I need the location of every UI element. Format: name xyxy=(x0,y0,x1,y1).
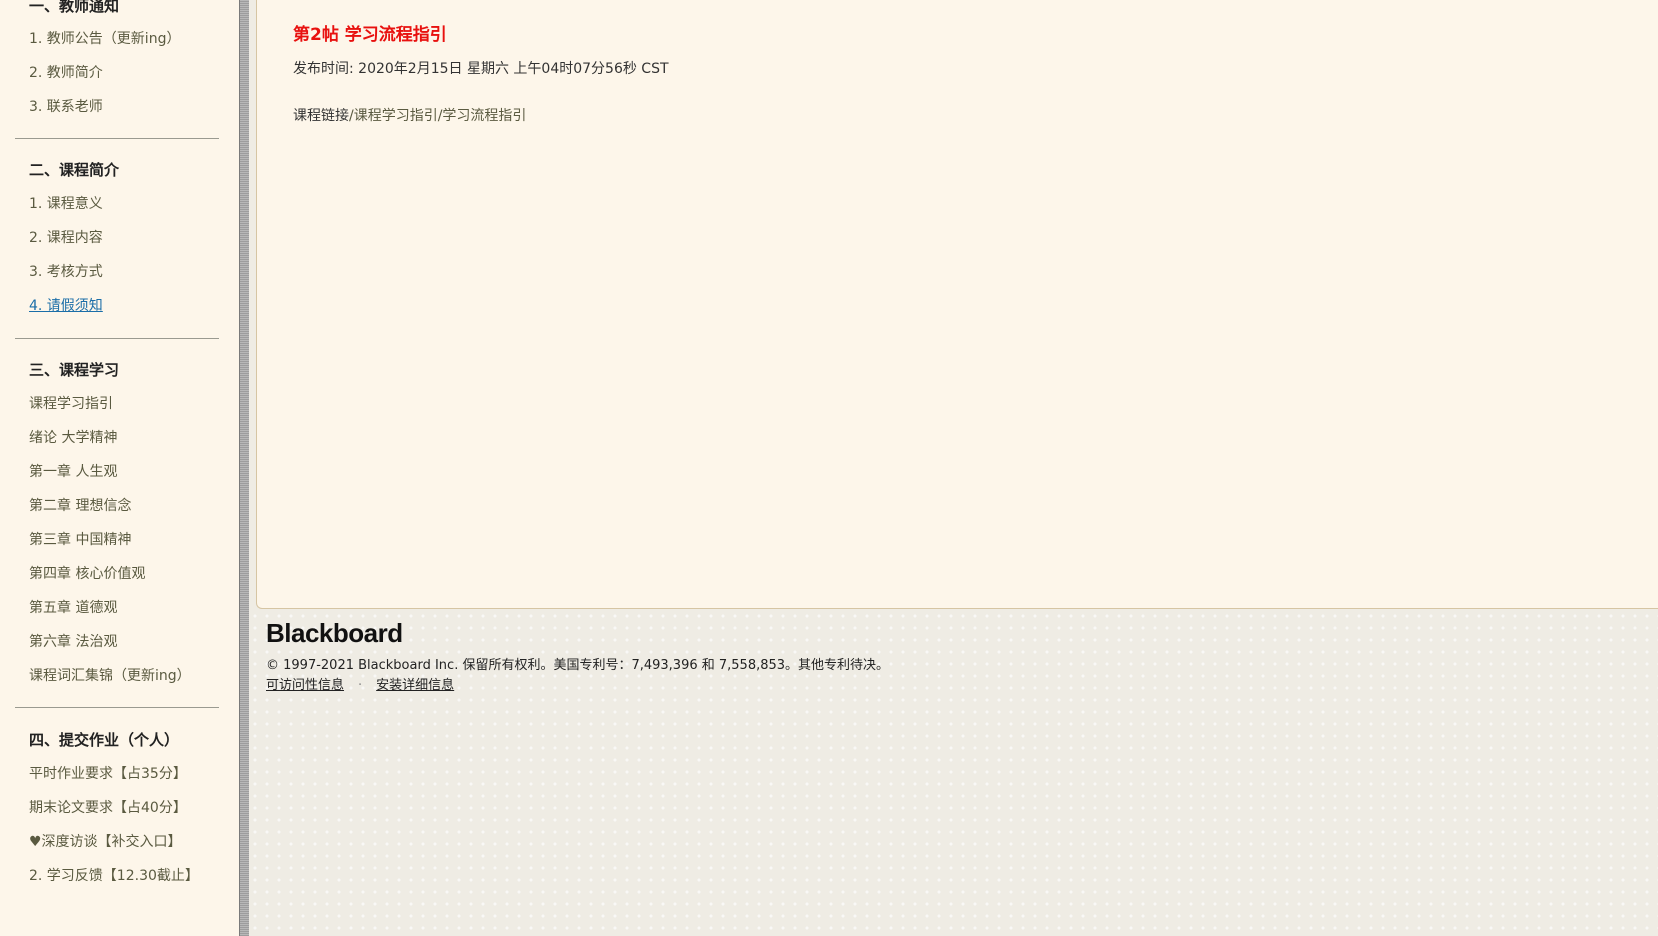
nav-item-chapter-3[interactable]: 第三章 中国精神 xyxy=(29,530,131,550)
section-divider xyxy=(15,138,219,139)
nav-item-vocabulary[interactable]: 课程词汇集锦（更新ing） xyxy=(29,666,191,686)
blackboard-logo: Blackboard xyxy=(266,618,403,648)
footer-link-separator: · xyxy=(358,678,363,693)
section-heading-course-intro: 二、课程简介 xyxy=(29,161,120,179)
installation-details-link[interactable]: 安装详细信息 xyxy=(376,678,454,693)
course-link-label: 课程链接 xyxy=(293,108,349,124)
nav-item-regular-homework[interactable]: 平时作业要求【占35分】 xyxy=(29,764,187,784)
sidebar-resize-handle[interactable] xyxy=(239,0,249,936)
nav-item-chapter-6[interactable]: 第六章 法治观 xyxy=(29,632,117,652)
copyright-text: © 1997-2021 Blackboard Inc. 保留所有权利。美国专利号… xyxy=(266,658,890,673)
nav-item-chapter-1[interactable]: 第一章 人生观 xyxy=(29,462,117,482)
nav-item-deep-interview[interactable]: ♥深度访谈【补交入口】 xyxy=(29,832,182,852)
course-link-breadcrumb: 课程链接/课程学习指引/学习流程指引 xyxy=(293,105,526,125)
nav-item-assessment[interactable]: 3. 考核方式 xyxy=(29,262,103,282)
nav-item-intro-chapter[interactable]: 绪论 大学精神 xyxy=(29,428,117,448)
nav-item-course-meaning[interactable]: 1. 课程意义 xyxy=(29,194,103,214)
nav-item-chapter-2[interactable]: 第二章 理想信念 xyxy=(29,496,131,516)
nav-item-leave-notice[interactable]: 4. 请假须知 xyxy=(29,296,103,316)
nav-item-course-content[interactable]: 2. 课程内容 xyxy=(29,228,103,248)
content-panel: 第2帖 学习流程指引 发布时间: 2020年2月15日 星期六 上午04时07分… xyxy=(256,0,1658,609)
page-title: 第2帖 学习流程指引 xyxy=(293,25,447,45)
nav-item-teacher-announcement[interactable]: 1. 教师公告（更新ing） xyxy=(29,29,180,49)
footer-links: 可访问性信息 · 安装详细信息 xyxy=(266,674,454,693)
nav-item-learning-feedback[interactable]: 2. 学习反馈【12.30截止】 xyxy=(29,866,199,886)
nav-item-chapter-5[interactable]: 第五章 道德观 xyxy=(29,598,117,618)
course-menu-sidebar: 一、教师通知 1. 教师公告（更新ing） 2. 教师简介 3. 联系老师 二、… xyxy=(0,0,239,936)
page-footer: Blackboard © 1997-2021 Blackboard Inc. 保… xyxy=(249,610,1658,936)
section-heading-course-study: 三、课程学习 xyxy=(29,361,120,379)
course-link-path[interactable]: /课程学习指引/学习流程指引 xyxy=(349,108,526,124)
section-divider xyxy=(15,707,219,708)
post-timestamp: 发布时间: 2020年2月15日 星期六 上午04时07分56秒 CST xyxy=(293,61,669,77)
nav-item-chapter-4[interactable]: 第四章 核心价值观 xyxy=(29,564,145,584)
section-heading-teacher-notice: 一、教师通知 xyxy=(29,0,120,15)
section-divider xyxy=(15,338,219,339)
nav-item-study-guide[interactable]: 课程学习指引 xyxy=(29,394,113,414)
nav-item-final-paper[interactable]: 期末论文要求【占40分】 xyxy=(29,798,187,818)
nav-item-contact-teacher[interactable]: 3. 联系老师 xyxy=(29,97,103,117)
section-heading-submit-homework: 四、提交作业（个人） xyxy=(29,731,180,749)
accessibility-info-link[interactable]: 可访问性信息 xyxy=(266,678,344,693)
nav-item-teacher-intro[interactable]: 2. 教师简介 xyxy=(29,63,103,83)
